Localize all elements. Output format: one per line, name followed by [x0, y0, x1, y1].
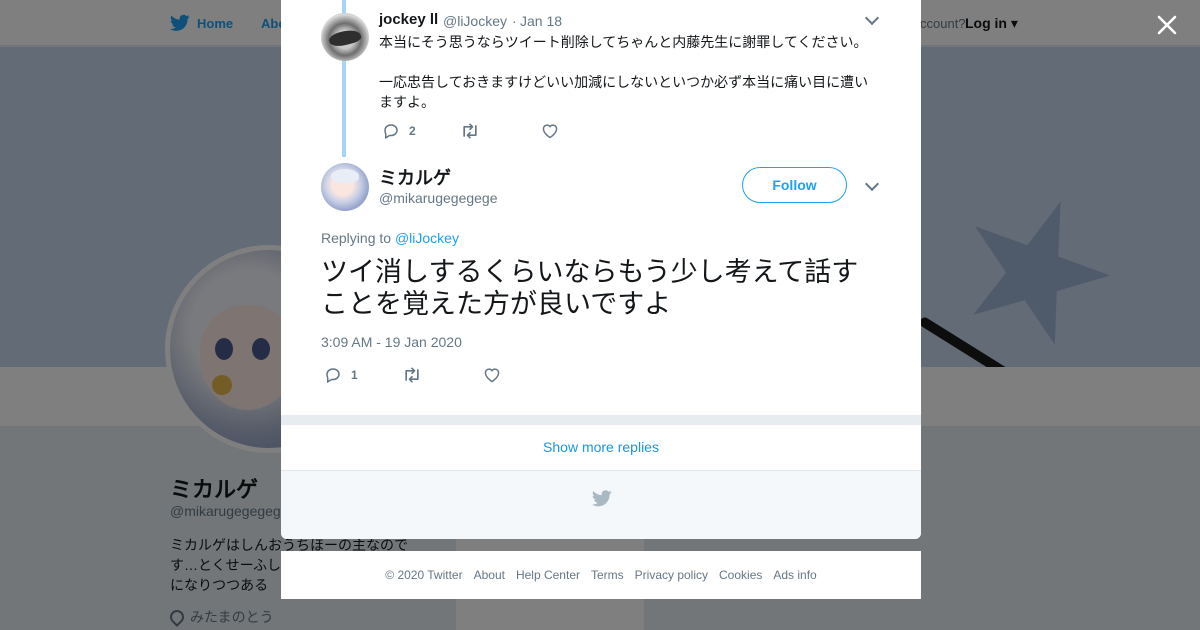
footer-links-bar: © 2020 Twitter About Help Center Terms P… — [281, 551, 921, 599]
reply-icon[interactable] — [324, 366, 342, 384]
chevron-down-icon[interactable] — [864, 10, 880, 26]
main-tweet-text: ツイ消しするくらいならもう少し考えて話すことを覚えた方が良いですよ — [321, 257, 859, 319]
footer-link-help-center[interactable]: Help Center — [516, 568, 580, 582]
main-reply-count: 1 — [351, 368, 358, 382]
reply-count: 2 — [409, 124, 416, 138]
chevron-down-icon[interactable] — [864, 176, 880, 192]
main-author-handle[interactable]: @mikarugegegege — [379, 190, 498, 206]
footer-link-about[interactable]: About — [474, 568, 505, 582]
footer-link-privacy[interactable]: Privacy policy — [635, 568, 708, 582]
main-author-name[interactable]: ミカルゲ — [379, 164, 451, 190]
replying-mention-link[interactable]: @liJockey — [395, 230, 459, 246]
section-divider — [281, 415, 921, 425]
reply-text-line: 一応忠告しておきますけどいい加減にしないといつか必ず本当に痛い目に遭い — [379, 74, 869, 90]
reply-icon[interactable] — [382, 122, 400, 140]
footer-link-ads-info[interactable]: Ads info — [773, 568, 816, 582]
reply-author-handle[interactable]: @liJockey — [443, 13, 507, 29]
reply-date[interactable]: Jan 18 — [520, 13, 562, 29]
reply-author-name[interactable]: jockey ll — [379, 11, 438, 28]
copyright-text: © 2020 Twitter — [385, 568, 463, 582]
reply-separator: · — [512, 13, 517, 29]
reply-text-line: ますよ。 — [379, 94, 435, 110]
footer-link-terms[interactable]: Terms — [591, 568, 624, 582]
replying-to: Replying to @liJockey — [321, 230, 459, 246]
main-tweet-timestamp[interactable]: 3:09 AM - 19 Jan 2020 — [321, 334, 462, 350]
footer-link-cookies[interactable]: Cookies — [719, 568, 762, 582]
reply-text-line: 本当にそう思うならツイート削除してちゃんと内藤先生に謝罪してください。 — [379, 34, 868, 50]
reply-author-avatar[interactable] — [321, 13, 369, 61]
retweet-icon[interactable] — [402, 366, 422, 384]
show-more-replies-button[interactable]: Show more replies — [281, 425, 921, 471]
replying-prefix: Replying to — [321, 230, 392, 246]
follow-button[interactable]: Follow — [742, 167, 847, 203]
like-icon[interactable] — [541, 123, 559, 139]
like-icon[interactable] — [483, 367, 501, 383]
retweet-icon[interactable] — [460, 122, 480, 140]
tweet-modal: jockey ll @liJockey · Jan 18 本当にそう思うならツイ… — [281, 0, 921, 539]
twitter-bird-icon — [592, 490, 612, 507]
modal-footer — [281, 471, 921, 539]
main-author-avatar[interactable] — [321, 163, 369, 211]
close-icon[interactable] — [1155, 13, 1179, 37]
